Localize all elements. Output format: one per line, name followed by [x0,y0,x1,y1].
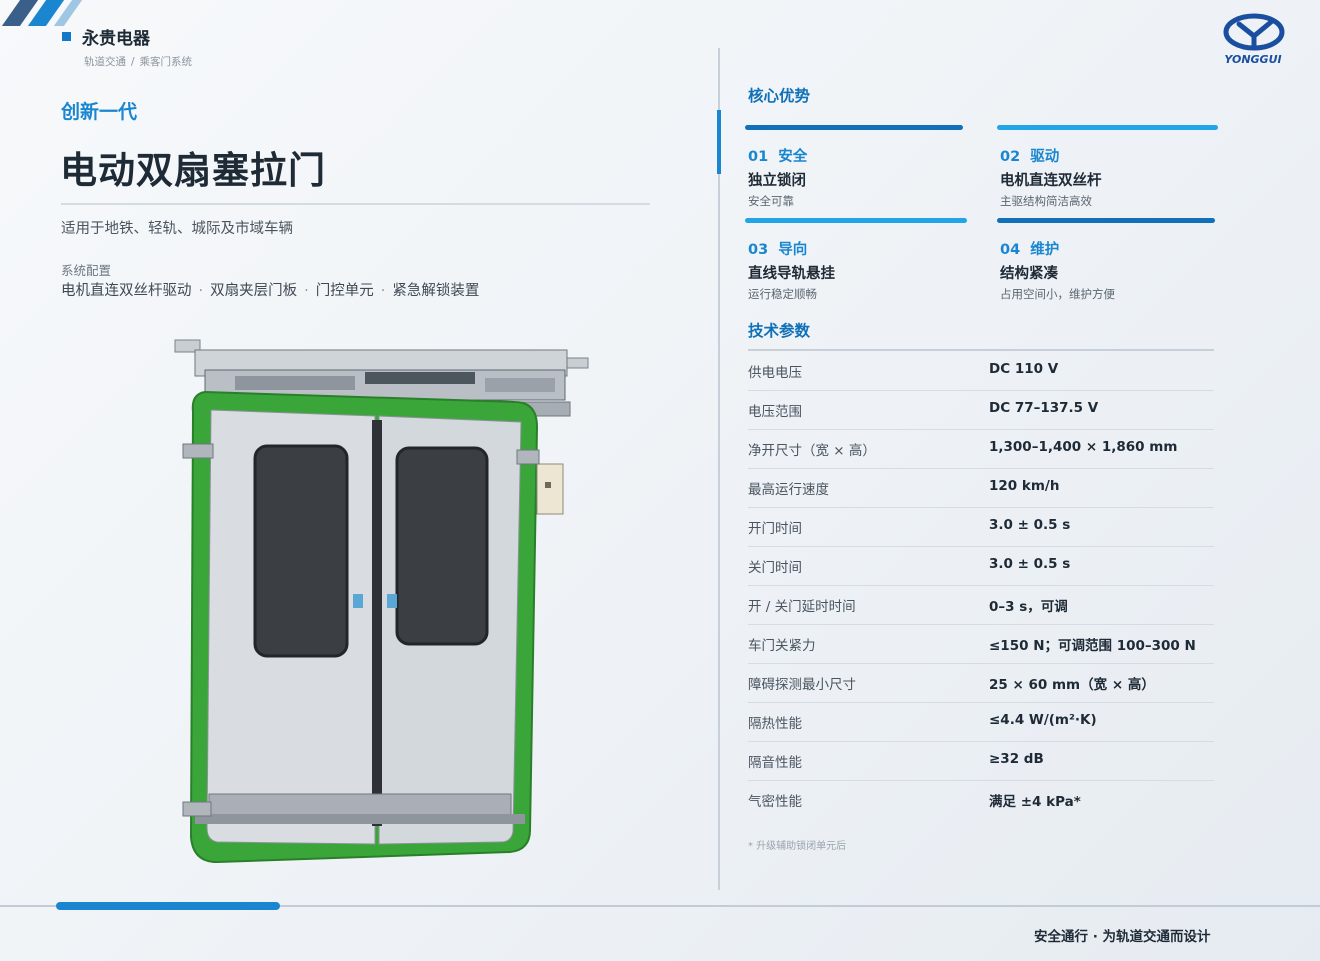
config-list: 电机直连双丝杆驱动 · 双扇夹层门板 · 门控单元 · 紧急解锁装置 [61,279,479,300]
advantages-title: 核心优势 [748,87,811,105]
logo-wordmark: YONGGUI [1224,53,1281,66]
breadcrumb-item[interactable]: 乘客门系统 [140,56,193,68]
advantage-heading: 电机直连双丝杆 [1000,173,1102,189]
breadcrumb-item[interactable]: 轨道交通 [84,56,126,68]
config-separator: · [304,283,309,299]
page-title: 电动双扇塞拉门 [60,149,326,192]
spec-row: 开门时间 3.0 ± 0.5 s [748,507,1214,547]
advantage-description: 主驱结构简洁高效 [1000,194,1092,208]
spec-value: ≤150 N；可调范围 100–300 N [989,638,1196,654]
config-separator: · [380,283,386,299]
advantage-card: 04 维护 结构紧凑 占用空间小，维护方便 [1000,238,1115,302]
advantage-number: 02 驱动 [1000,149,1060,165]
advantage-bar [745,218,967,223]
spec-value: DC 110 V [989,361,1059,377]
spec-row: 隔音性能 ≥32 dB [748,741,1214,781]
column-divider-accent [717,110,721,174]
spec-label: 开 / 关门延时时间 [748,599,856,615]
spec-label: 关门时间 [748,560,802,576]
spec-value: 3.0 ± 0.5 s [989,556,1071,572]
spec-row: 障碍探测最小尺寸 25 × 60 mm（宽 × 高） [748,663,1214,703]
door-illustration [174,339,589,864]
breadcrumb: 轨道交通 / 乘客门系统 [84,54,192,69]
spec-row: 气密性能 满足 ±4 kPa* [748,780,1214,819]
spec-value: ≤4.4 W/(m²·K) [989,712,1097,728]
spec-value: DC 77–137.5 V [989,400,1099,416]
advantage-number: 03 导向 [748,242,808,258]
spec-label: 电压范围 [748,404,802,420]
brand-marker-icon [62,32,71,41]
advantage-description: 占用空间小，维护方便 [1000,287,1115,301]
spec-label: 开门时间 [748,521,802,537]
advantage-bar [745,125,963,130]
specs-footnote: * 升级辅助锁闭单元后 [748,841,847,852]
spec-label: 净开尺寸（宽 × 高） [748,443,876,459]
advantage-heading: 结构紧凑 [1000,266,1058,282]
spec-row: 最高运行速度 120 km/h [748,468,1214,508]
config-item: 门控单元 [315,283,374,299]
title-divider [61,203,650,205]
brand-name: 永贵电器 [82,29,150,49]
slogan: 安全通行 · 为轨道交通而设计 [1034,929,1211,945]
spec-label: 气密性能 [748,794,802,810]
spec-row: 隔热性能 ≤4.4 W/(m²·K) [748,702,1214,742]
spec-value: 1,300–1,400 × 1,860 mm [989,439,1178,455]
spec-value: 满足 ±4 kPa* [989,794,1081,810]
advantage-card: 03 导向 直线导轨悬挂 运行稳定顺畅 [748,238,835,302]
spec-row: 关门时间 3.0 ± 0.5 s [748,546,1214,586]
spec-label: 供电电压 [748,365,802,381]
spec-label: 隔音性能 [748,755,802,771]
spec-value: 120 km/h [989,478,1060,494]
advantage-description: 安全可靠 [748,194,794,208]
advantage-heading: 直线导轨悬挂 [748,266,835,282]
spec-row: 车门关紧力 ≤150 N；可调范围 100–300 N [748,624,1214,664]
config-item: 紧急解锁装置 [392,283,480,299]
spec-value: 25 × 60 mm（宽 × 高） [989,677,1155,693]
advantage-card: 01 安全 独立锁闭 安全可靠 [748,145,807,209]
bottom-accent-bar [56,902,280,910]
advantage-number: 04 维护 [1000,242,1060,258]
page-subtitle: 创新一代 [61,101,138,123]
advantage-heading: 独立锁闭 [748,173,806,189]
advantage-description: 运行稳定顺畅 [748,287,817,301]
spec-row: 开 / 关门延时时间 0–3 s，可调 [748,585,1214,625]
config-item: 双扇夹层门板 [210,283,298,299]
spec-row: 净开尺寸（宽 × 高） 1,300–1,400 × 1,860 mm [748,429,1214,469]
config-separator: · [198,283,204,299]
spec-row: 电压范围 DC 77–137.5 V [748,390,1214,430]
spec-label: 车门关紧力 [748,638,816,654]
spec-label: 障碍探测最小尺寸 [748,677,856,693]
spec-label: 隔热性能 [748,716,802,732]
spec-value: 3.0 ± 0.5 s [989,517,1071,533]
column-divider [718,48,720,890]
config-item: 电机直连双丝杆驱动 [61,283,192,299]
specs-title: 技术参数 [748,322,811,340]
spec-label: 最高运行速度 [748,482,829,498]
spec-row: 供电电压 DC 110 V [748,351,1214,391]
applicability-text: 适用于地铁、轻轨、城际及市域车辆 [61,221,293,237]
spec-value: 0–3 s，可调 [989,599,1068,615]
spec-value: ≥32 dB [989,751,1044,767]
advantage-card: 02 驱动 电机直连双丝杆 主驱结构简洁高效 [1000,145,1102,209]
yonggui-logo: YONGGUI [1223,13,1285,66]
advantage-bar [997,218,1215,223]
breadcrumb-separator: / [131,56,135,68]
advantage-number: 01 安全 [748,149,808,165]
config-label: 系统配置 [61,263,112,278]
advantage-bar [997,125,1218,130]
